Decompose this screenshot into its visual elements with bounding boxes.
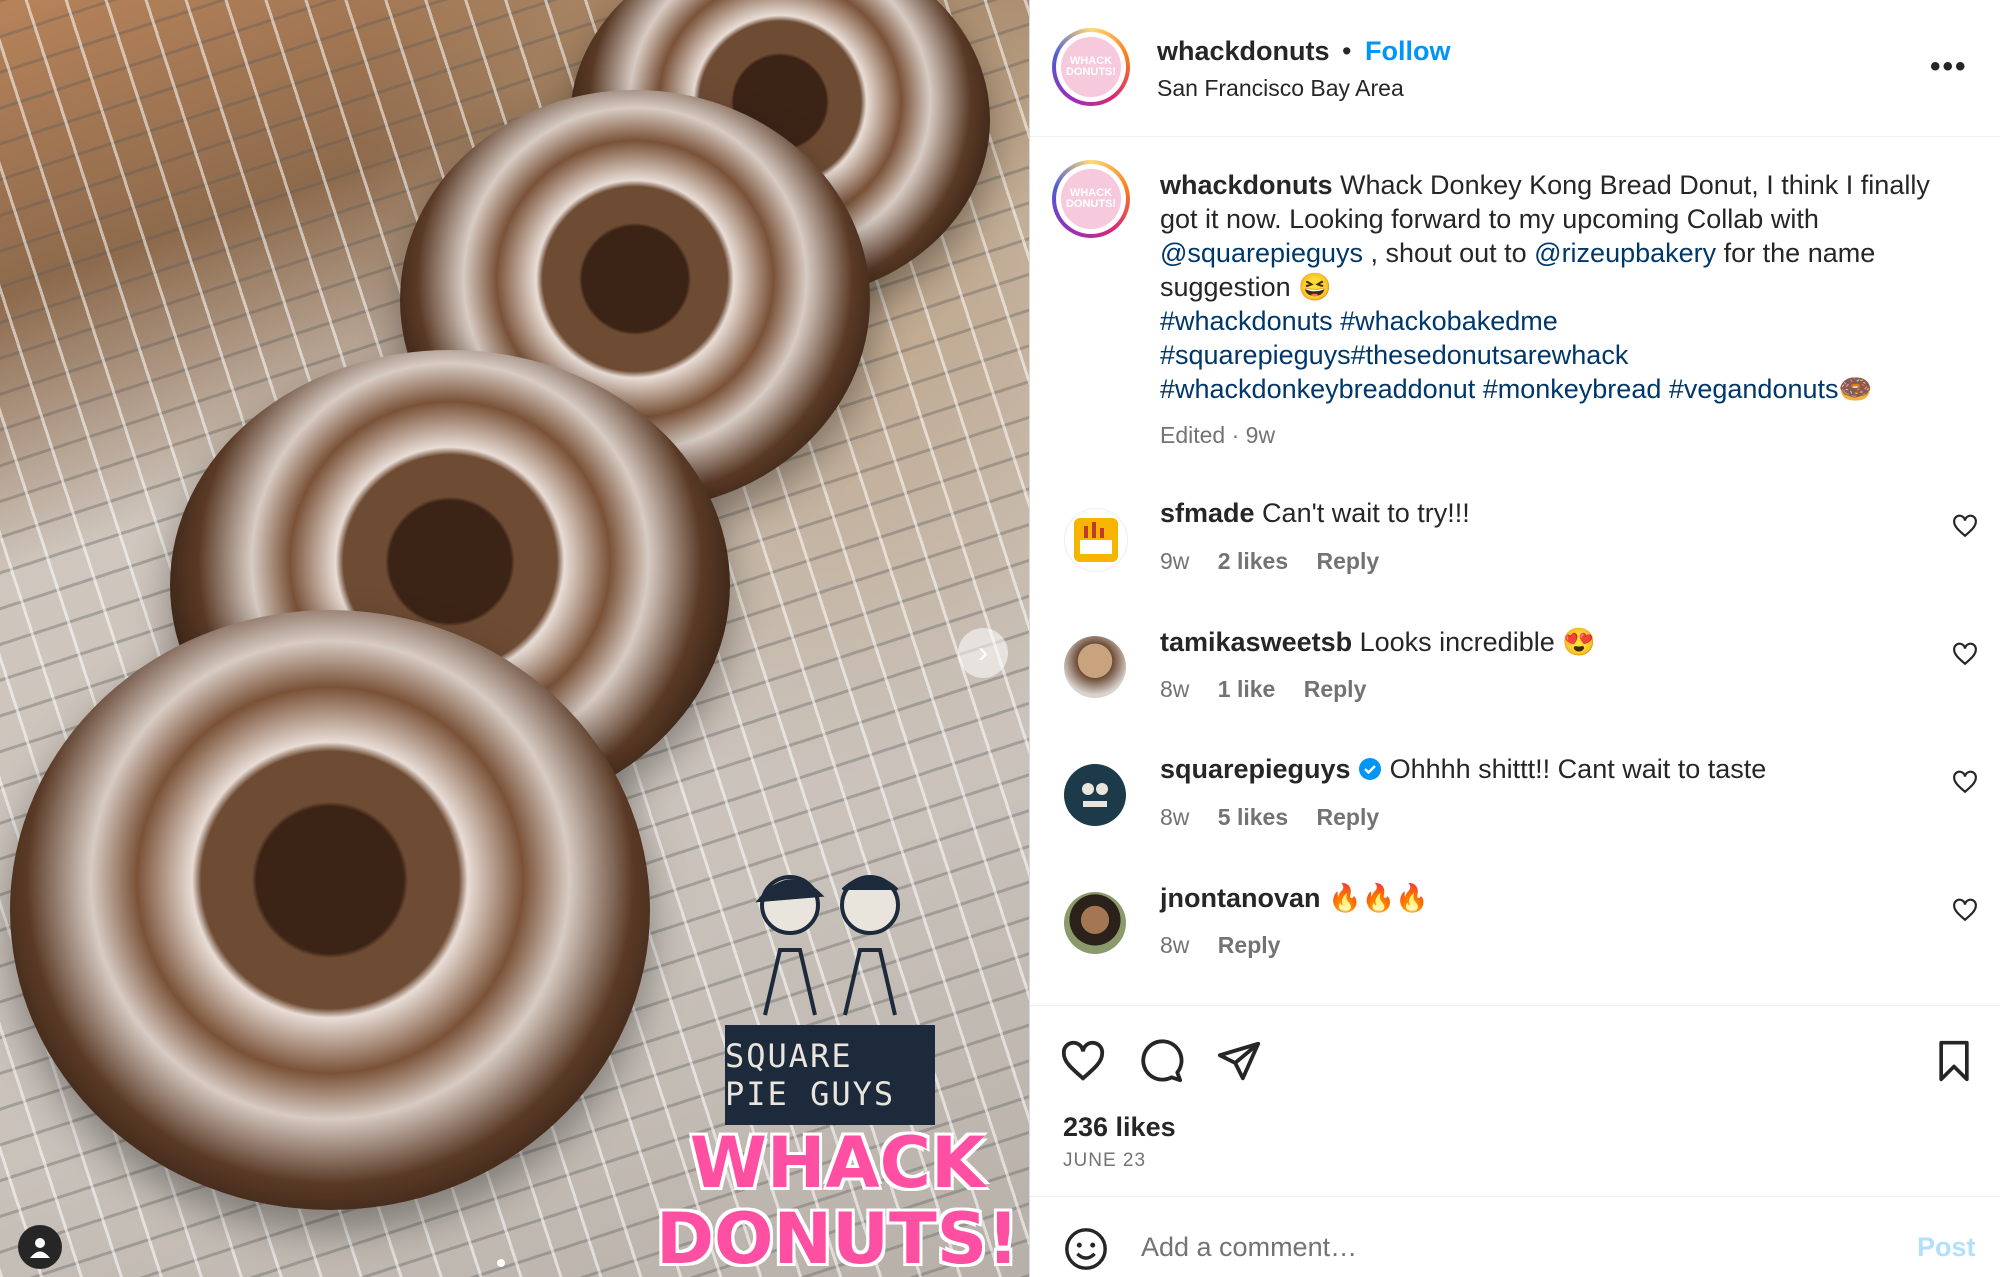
actions-divider (1030, 1005, 2000, 1006)
post-details-panel: WHACK DONUTS! whackdonuts • Follow San F… (1029, 0, 2000, 1277)
more-options-button[interactable]: ••• (1930, 50, 1968, 84)
comment-reply-button[interactable]: Reply (1317, 804, 1380, 830)
post-date: JUNE 23 (1063, 1150, 1147, 1171)
save-bookmark-icon[interactable] (1932, 1038, 1976, 1084)
composer-divider (1030, 1196, 2000, 1197)
comment-username-link[interactable]: tamikasweetsb (1160, 627, 1352, 657)
comment-like-heart-icon[interactable] (1952, 513, 1978, 539)
comment-item: squarepieguys Ohhhh shittt!! Cant wait t… (1030, 754, 2000, 874)
follow-button[interactable]: Follow (1365, 36, 1450, 67)
comment-meta: 8w 5 likes Reply (1160, 804, 1401, 831)
comment-reply-button[interactable]: Reply (1218, 932, 1281, 958)
location-link[interactable]: San Francisco Bay Area (1157, 75, 1404, 102)
post-caption: whackdonuts Whack Donkey Kong Bread Donu… (1160, 168, 1960, 406)
comment-username-link[interactable]: squarepieguys (1160, 754, 1351, 784)
square-pie-guys-avatar-icon (1082, 783, 1108, 807)
caption-text-2: , shout out to (1363, 238, 1535, 268)
comment-like-heart-icon[interactable] (1952, 641, 1978, 667)
comment-body: jnontanovan 🔥🔥🔥 (1160, 882, 1429, 914)
user-icon (30, 1238, 50, 1258)
carousel-next-button[interactable]: › (958, 628, 1008, 678)
comment-reply-button[interactable]: Reply (1304, 676, 1367, 702)
donut-4 (10, 610, 650, 1210)
comment-like-heart-icon[interactable] (1952, 897, 1978, 923)
add-comment-input[interactable]: Add a comment… (1141, 1232, 1357, 1263)
comment-avatar[interactable] (1064, 764, 1126, 826)
comment-body: tamikasweetsb Looks incredible 😍 (1160, 626, 1596, 658)
hashtags-line-3[interactable]: #whackdonkeybreaddonut #monkeybread #veg… (1160, 374, 1872, 404)
caption-avatar[interactable]: WHACK DONUTS! (1052, 160, 1130, 238)
comment-likes-link[interactable]: 1 like (1218, 676, 1276, 702)
comment-likes-link[interactable]: 2 likes (1218, 548, 1288, 574)
comment-avatar[interactable] (1064, 892, 1126, 954)
whack-donuts-logo-line2: DONUTS! (655, 1198, 1020, 1277)
whack-donuts-logo-line1: WHACK (689, 1122, 986, 1204)
post-photo[interactable]: SQUARE PIE GUYS WHACK DONUTS! › (0, 0, 1029, 1277)
like-heart-icon[interactable] (1060, 1038, 1106, 1084)
header-username-link[interactable]: whackdonuts (1157, 36, 1330, 67)
header-separator: • (1342, 36, 1352, 66)
post-likes-count[interactable]: 236 likes (1063, 1112, 1176, 1143)
comment-age: 8w (1160, 804, 1190, 830)
comment-age: 9w (1160, 548, 1190, 574)
comment-item: tamikasweetsb Looks incredible 😍 8w 1 li… (1030, 626, 2000, 746)
post-action-bar (1030, 1030, 2000, 1090)
comment-body: sfmade Can't wait to try!!! (1160, 498, 1470, 529)
square-pie-guys-logo: SQUARE PIE GUYS (725, 1025, 935, 1125)
comment-text: Can't wait to try!!! (1254, 498, 1470, 528)
share-paper-plane-icon[interactable] (1216, 1038, 1262, 1084)
whack-donuts-logo: WHACK DONUTS! (650, 1125, 1025, 1277)
comment-item: jnontanovan 🔥🔥🔥 8w Reply (1030, 882, 2000, 1002)
mention-squarepieguys[interactable]: @squarepieguys (1160, 238, 1363, 268)
caption-username-link[interactable]: whackdonuts (1160, 170, 1333, 200)
whack-donuts-avatar-logo: WHACK DONUTS! (1061, 37, 1121, 97)
comment-bubble-icon[interactable] (1138, 1038, 1184, 1084)
header-divider (1030, 136, 2000, 137)
comment-reply-button[interactable]: Reply (1317, 548, 1380, 574)
chevron-right-icon: › (978, 636, 988, 669)
comment-body: squarepieguys Ohhhh shittt!! Cant wait t… (1160, 754, 1766, 785)
caption-avatar-inner: WHACK DONUTS! (1056, 164, 1126, 234)
comment-avatar[interactable] (1064, 636, 1126, 698)
comment-meta: 8w Reply (1160, 932, 1302, 959)
comment-text: Looks incredible 😍 (1352, 627, 1596, 657)
comment-avatar[interactable] (1064, 508, 1128, 572)
comment-age: 8w (1160, 932, 1190, 958)
square-pie-guys-figures (755, 875, 900, 1016)
post-comment-button[interactable]: Post (1917, 1232, 1976, 1263)
comment-text: 🔥🔥🔥 (1320, 883, 1429, 913)
sf-made-logo-icon (1074, 518, 1118, 562)
emoji-smiley-icon[interactable] (1063, 1226, 1109, 1272)
tagged-users-button[interactable] (18, 1225, 62, 1269)
comment-username-link[interactable]: sfmade (1160, 498, 1255, 528)
comment-like-heart-icon[interactable] (1952, 769, 1978, 795)
more-horizontal-icon: ••• (1930, 50, 1968, 83)
comment-meta: 8w 1 like Reply (1160, 676, 1388, 703)
header-avatar-inner: WHACK DONUTS! (1056, 32, 1126, 102)
header-avatar[interactable]: WHACK DONUTS! (1052, 28, 1130, 106)
comment-text: Ohhhh shittt!! Cant wait to taste (1382, 754, 1767, 784)
comment-username-link[interactable]: jnontanovan (1160, 883, 1321, 913)
comment-likes-link[interactable]: 5 likes (1218, 804, 1288, 830)
caption-edited-time: Edited · 9w (1160, 422, 1276, 448)
comment-age: 8w (1160, 676, 1190, 702)
hashtags-line-1[interactable]: #whackdonuts #whackobakedme (1160, 306, 1558, 336)
carousel-indicator-dot (497, 1259, 505, 1267)
whack-donuts-avatar-logo-small: WHACK DONUTS! (1061, 169, 1121, 229)
hashtags-line-2[interactable]: #squarepieguys#thesedonutsarewhack (1160, 340, 1628, 370)
mention-rizeupbakery[interactable]: @rizeupbakery (1534, 238, 1716, 268)
comment-item: sfmade Can't wait to try!!! 9w 2 likes R… (1030, 498, 2000, 618)
verified-badge-icon (1359, 758, 1382, 780)
comment-meta: 9w 2 likes Reply (1160, 548, 1401, 575)
